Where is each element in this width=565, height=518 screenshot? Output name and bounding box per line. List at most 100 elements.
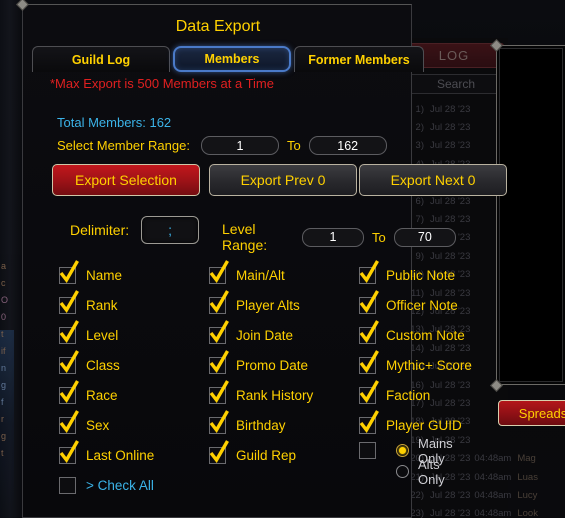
page-title: Data Export — [175, 18, 261, 35]
checkbox-unchecked-icon[interactable] — [59, 476, 76, 494]
radio-row-alts-only[interactable]: Alts Only — [396, 457, 453, 487]
delimiter-input[interactable]: ; — [141, 216, 200, 244]
checkbox-label: Promo Date — [236, 357, 309, 373]
member-range-to-input[interactable]: 162 — [308, 136, 387, 155]
checkbox-row-name[interactable]: Name — [59, 259, 154, 290]
chat-line: n — [1, 363, 7, 373]
chat-line: f — [1, 397, 4, 407]
level-range-from-input[interactable]: 1 — [301, 227, 365, 247]
log-row-name: Lucy — [517, 489, 538, 501]
checkbox-row-class[interactable]: Class — [59, 349, 154, 380]
checkbox-checked-icon[interactable] — [359, 349, 379, 374]
tab-label: Former Members — [308, 52, 410, 67]
radio-selected-icon[interactable] — [396, 444, 409, 457]
checkbox-row-level[interactable]: Level — [59, 319, 154, 350]
export-prev-button[interactable]: Export Prev 0 — [209, 164, 357, 196]
mains-alts-radio-group: Mains Only Alts Only — [396, 436, 453, 487]
checkbox-checked-icon[interactable] — [359, 319, 379, 344]
delimiter-label: Delimiter: — [70, 222, 130, 238]
member-range-row: Select Member Range: 1 To 162 — [57, 136, 387, 155]
checkbox-checked-icon[interactable] — [59, 439, 79, 464]
checkmark-icon — [209, 409, 229, 433]
checkbox-label: Custom Note — [386, 327, 465, 343]
checkbox-row-last-online[interactable]: Last Online — [59, 439, 155, 470]
checkbox-column-1: Name Rank Level Class Race Sex Last Online > Ch… — [59, 259, 155, 500]
chat-line: if — [1, 346, 6, 356]
checkbox-checked-icon[interactable] — [209, 319, 229, 344]
export-next-button[interactable]: Export Next 0 — [359, 164, 507, 196]
checkbox-row-player-alts[interactable]: Player Alts — [209, 289, 313, 320]
checkbox-checked-icon[interactable] — [59, 319, 79, 344]
checkmark-icon — [359, 379, 379, 403]
checkbox-row-custom-note[interactable]: Custom Note — [359, 319, 472, 350]
checkbox-checked-icon[interactable] — [209, 439, 229, 464]
chat-line: r — [1, 414, 4, 424]
checkbox-label: Mythic+ Score — [386, 357, 472, 373]
checkbox-row-promo-date[interactable]: Promo Date — [209, 349, 313, 380]
checkbox-label: Guild Rep — [236, 447, 297, 463]
checkmark-icon — [209, 439, 229, 463]
checkbox-row-sex[interactable]: Sex — [59, 409, 154, 440]
checkbox-checked-icon[interactable] — [209, 349, 229, 374]
checkbox-row-rank-history[interactable]: Rank History — [209, 379, 313, 410]
checkbox-checked-icon[interactable] — [59, 259, 79, 284]
checkbox-row-player-guid[interactable]: Player GUID — [359, 409, 472, 440]
checkbox-row-public-note[interactable]: Public Note — [359, 259, 472, 290]
checkbox-row-officer-note[interactable]: Officer Note — [359, 289, 472, 320]
chat-line: a — [1, 261, 7, 271]
tab-members[interactable]: Members — [173, 46, 291, 72]
chat-line: t — [1, 448, 4, 458]
spreadsheet-button[interactable]: Spreads — [498, 400, 565, 426]
checkbox-label: Sex — [86, 417, 110, 433]
checkbox-row-race[interactable]: Race — [59, 379, 154, 410]
checkbox-row-main-alt[interactable]: Main/Alt — [209, 259, 313, 290]
checkbox-row-check-all[interactable]: > Check All — [59, 470, 154, 500]
level-range-to-input[interactable]: 70 — [393, 227, 456, 247]
checkmark-icon — [359, 289, 379, 313]
level-range-to-label: To — [372, 229, 386, 245]
radio-unselected-icon[interactable] — [396, 465, 409, 478]
member-range-from-input[interactable]: 1 — [200, 136, 279, 155]
checkbox-checked-icon[interactable] — [59, 349, 79, 374]
total-members-label: Total Members: 162 — [57, 115, 172, 130]
member-range-to-label: To — [286, 138, 301, 153]
level-range-label: Level Range: — [222, 221, 268, 253]
checkbox-label: Join Date — [236, 327, 294, 343]
checkmark-icon — [59, 439, 79, 463]
checkbox-checked-icon[interactable] — [209, 259, 229, 284]
checkbox-checked-icon[interactable] — [359, 409, 379, 434]
checkbox-row-mythic+-score[interactable]: Mythic+ Score — [359, 349, 472, 380]
checkmark-icon — [59, 349, 79, 373]
checkbox-checked-icon[interactable] — [359, 259, 379, 284]
checkbox-row-rank[interactable]: Rank — [59, 289, 154, 320]
log-row-name: Luas — [517, 471, 538, 483]
checkbox-unchecked-icon[interactable] — [359, 442, 376, 459]
checkbox-checked-icon[interactable] — [59, 289, 79, 314]
radio-label: Alts Only — [418, 456, 445, 487]
checkbox-checked-icon[interactable] — [359, 289, 379, 314]
checkbox-checked-icon[interactable] — [209, 409, 229, 434]
data-export-dialog: Data Export Guild Log Members Former Membe… — [16, 0, 507, 518]
checkbox-checked-icon[interactable] — [59, 379, 79, 404]
log-row-time: 04:48am — [474, 471, 512, 483]
background-log-row: 23) Jul 28 '23 04:48am Look — [404, 505, 565, 518]
checkmark-icon — [59, 379, 79, 403]
background-right-pane — [496, 45, 565, 385]
chat-line: g — [1, 431, 7, 441]
checkbox-label: Last Online — [86, 447, 155, 463]
checkbox-row-join-date[interactable]: Join Date — [209, 319, 313, 350]
checkbox-row-birthday[interactable]: Birthday — [209, 409, 313, 440]
log-row-name: Look — [517, 508, 538, 518]
tab-guild-log[interactable]: Guild Log — [32, 46, 170, 72]
checkbox-row-guild-rep[interactable]: Guild Rep — [209, 439, 313, 470]
checkbox-checked-icon[interactable] — [209, 289, 229, 314]
checkbox-checked-icon[interactable] — [209, 379, 229, 404]
max-export-warning: *Max Export is 500 Members at a Time — [50, 76, 274, 91]
checkbox-row-faction[interactable]: Faction — [359, 379, 472, 410]
checkmark-icon — [209, 379, 229, 403]
checkbox-checked-icon[interactable] — [359, 379, 379, 404]
checkbox-checked-icon[interactable] — [59, 409, 79, 434]
export-selection-button[interactable]: Export Selection — [52, 164, 200, 196]
tab-former-members[interactable]: Former Members — [294, 46, 424, 72]
background-log-search-input[interactable]: Search — [401, 74, 511, 94]
